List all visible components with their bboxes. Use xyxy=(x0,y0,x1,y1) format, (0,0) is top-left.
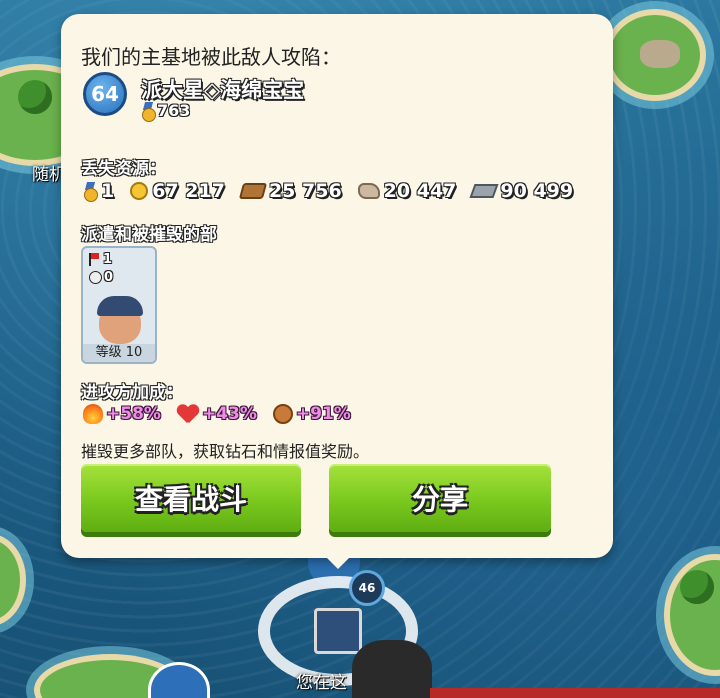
base-level-badge: 46 xyxy=(349,570,385,606)
island[interactable] xyxy=(0,540,20,620)
trophy-value: 763 xyxy=(157,101,191,120)
view-battle-button[interactable]: 查看战斗 xyxy=(81,464,301,532)
medal-icon xyxy=(141,102,156,122)
resource-value: 25 756 xyxy=(268,180,342,202)
attacker-trophies: 763 xyxy=(141,101,191,122)
boost-value: +91% xyxy=(295,404,351,424)
wood-icon xyxy=(238,183,268,199)
unit-level: 等级 10 xyxy=(83,344,155,362)
unit-portrait xyxy=(91,290,149,346)
lost-resources-row: 1 67 217 25 756 20 447 90 499 xyxy=(83,180,573,202)
lost-stone: 20 447 xyxy=(357,180,457,202)
palm-tree xyxy=(18,80,52,114)
skull-icon xyxy=(89,271,102,284)
share-button[interactable]: 分享 xyxy=(329,464,551,532)
iron-icon xyxy=(469,184,499,198)
fire-icon xyxy=(83,404,103,424)
lost-resources-label: 丢失资源： xyxy=(81,159,166,179)
boost-value: +58% xyxy=(106,404,161,424)
pirate-avatar[interactable] xyxy=(352,640,432,698)
resource-value: 20 447 xyxy=(383,180,457,202)
unit-destroyed: 0 xyxy=(89,270,113,285)
lost-iron: 90 499 xyxy=(469,180,574,202)
bottom-bar xyxy=(430,688,720,698)
attacker-level-badge: 64 xyxy=(83,72,127,116)
medal-icon xyxy=(83,182,98,202)
gold-icon xyxy=(130,182,149,200)
lost-medal: 1 xyxy=(83,180,114,202)
lost-wood: 25 756 xyxy=(238,180,342,202)
resource-value: 90 499 xyxy=(500,180,574,202)
deployed-count: 1 xyxy=(103,252,113,267)
boost-health: +43% xyxy=(177,404,257,424)
resource-rock xyxy=(640,40,680,68)
boost-damage: +91% xyxy=(272,404,351,424)
panel-title: 我们的主基地被此敌人攻陷： xyxy=(81,45,341,69)
unit-card[interactable]: 1 0 等级 10 xyxy=(81,246,157,364)
damage-icon xyxy=(272,404,293,424)
hint-text: 摧毁更多部队，获取钻石和情报值奖励。 xyxy=(81,442,370,461)
heart-icon xyxy=(177,405,199,424)
resource-value: 1 xyxy=(101,180,115,202)
stone-icon xyxy=(357,183,380,199)
units-label: 派遣和被摧毁的部 xyxy=(81,225,217,245)
boost-value: +43% xyxy=(201,404,257,424)
defeat-report-panel: 我们的主基地被此敌人攻陷： 64 派大星◇海绵宝宝 763 丢失资源： 1 67… xyxy=(61,14,613,558)
panel-pointer xyxy=(322,553,354,569)
boost-fire: +58% xyxy=(83,404,161,424)
palm-tree xyxy=(680,570,714,604)
unit-deployed: 1 xyxy=(89,252,112,267)
you-are-here-label: 您在这 xyxy=(296,673,347,693)
attacker-boosts-row: +58% +43% +91% xyxy=(83,404,351,424)
boost-label: 进攻方加成： xyxy=(81,383,183,403)
headquarters-building[interactable] xyxy=(314,608,362,654)
resource-value: 67 217 xyxy=(152,180,225,202)
flag-icon xyxy=(89,253,101,266)
unit-bandana xyxy=(97,296,143,316)
lost-gold: 67 217 xyxy=(130,180,225,202)
attacker-name[interactable]: 派大星◇海绵宝宝 xyxy=(141,74,304,104)
destroyed-count: 0 xyxy=(104,270,114,285)
